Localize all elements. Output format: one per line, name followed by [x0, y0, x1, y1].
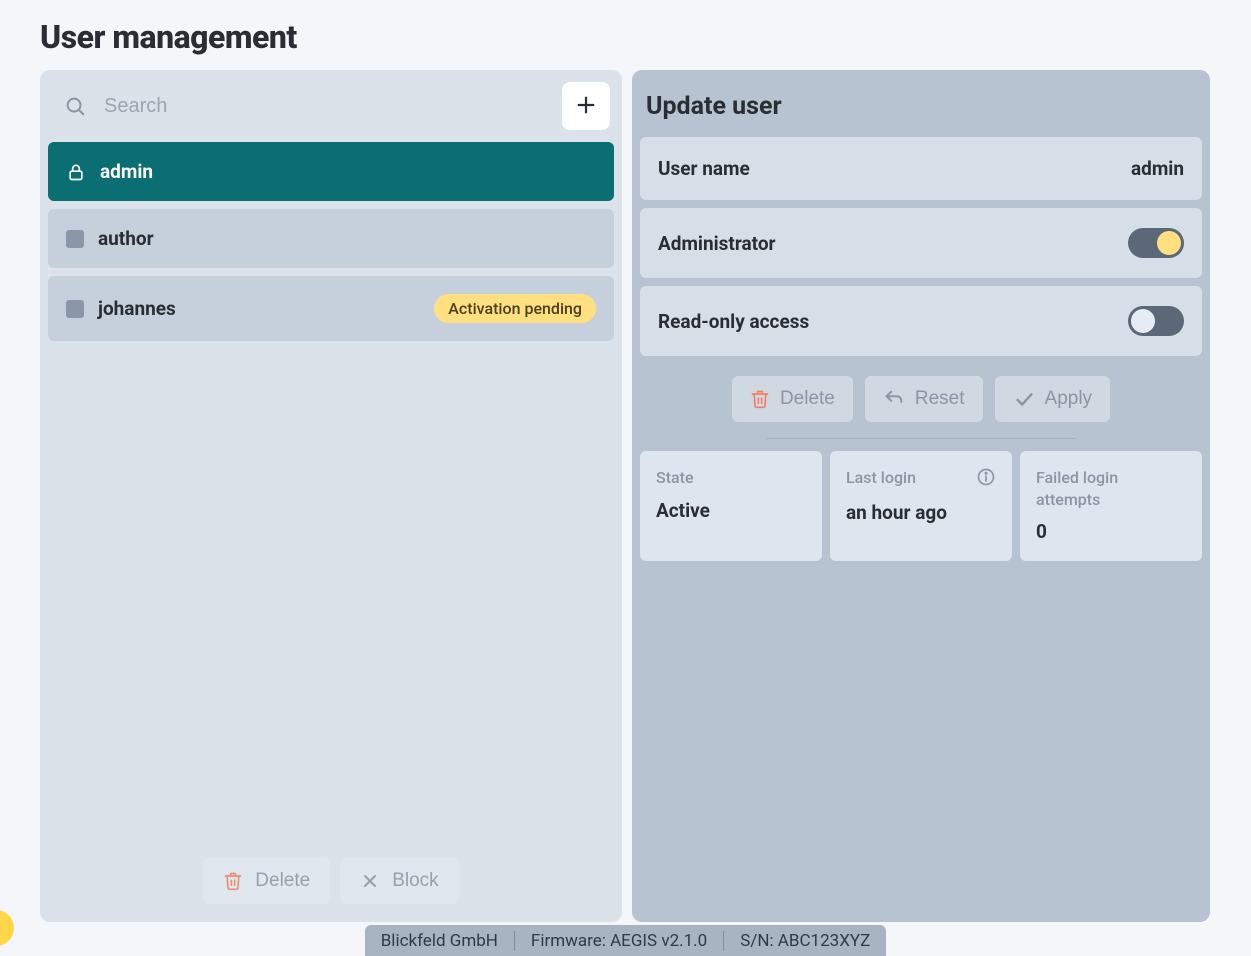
username-label: User name [658, 157, 750, 180]
failed-login-value: 0 [1036, 520, 1186, 543]
update-user-title: Update user [646, 92, 1196, 121]
state-card: State Active [640, 451, 822, 561]
close-icon [360, 871, 380, 891]
block-user-button[interactable]: Block [340, 858, 458, 904]
status-company: Blickfeld GmbH [365, 931, 515, 951]
trash-icon [750, 389, 770, 409]
last-login-label: Last login [846, 467, 916, 489]
last-login-card: Last login an hour ago [830, 451, 1012, 561]
search-box[interactable] [56, 88, 550, 125]
failed-login-label: Failed login attempts [1036, 467, 1186, 510]
administrator-row: Administrator [640, 208, 1202, 278]
user-item-author[interactable]: author [48, 209, 614, 268]
editor-reset-button[interactable]: Reset [865, 376, 983, 422]
delete-button-label: Delete [255, 870, 310, 892]
user-list-panel: admin author johannes Activation pending [40, 70, 622, 922]
editor-delete-button[interactable]: Delete [732, 376, 853, 422]
editor-actions: Delete Reset Apply [640, 364, 1202, 426]
administrator-toggle[interactable] [1128, 228, 1184, 258]
readonly-label: Read-only access [658, 310, 809, 333]
block-button-label: Block [392, 870, 438, 892]
editor-apply-label: Apply [1045, 388, 1093, 410]
plus-icon [575, 94, 597, 119]
trash-icon [223, 871, 243, 891]
readonly-row: Read-only access [640, 286, 1202, 356]
add-user-button[interactable] [562, 82, 610, 130]
user-list: admin author johannes Activation pending [48, 142, 614, 850]
user-name-label: author [98, 227, 596, 250]
username-value: admin [1131, 157, 1184, 180]
lock-icon [66, 162, 86, 182]
square-icon [66, 300, 84, 318]
status-serial: S/N: ABC123XYZ [724, 931, 886, 951]
check-icon [1013, 388, 1035, 410]
failed-login-card: Failed login attempts 0 [1020, 451, 1202, 561]
user-list-actions: Delete Block [48, 850, 614, 914]
undo-icon [883, 388, 905, 410]
divider [766, 438, 1075, 439]
editor-reset-label: Reset [915, 388, 965, 410]
update-user-panel: Update user User name admin Administrato… [632, 70, 1210, 922]
editor-apply-button[interactable]: Apply [995, 376, 1111, 422]
search-icon [64, 95, 86, 117]
search-input[interactable] [102, 94, 542, 119]
username-row: User name admin [640, 137, 1202, 200]
user-name-label: johannes [98, 297, 420, 320]
state-value: Active [656, 499, 806, 522]
user-name-label: admin [100, 160, 596, 183]
info-cards: State Active Last login an hour ago [640, 451, 1202, 561]
status-bar: Blickfeld GmbH Firmware: AEGIS v2.1.0 S/… [0, 925, 1251, 956]
editor-delete-label: Delete [780, 388, 835, 410]
delete-user-button[interactable]: Delete [203, 858, 330, 904]
administrator-label: Administrator [658, 232, 776, 255]
state-label: State [656, 467, 694, 489]
status-firmware: Firmware: AEGIS v2.1.0 [515, 931, 724, 951]
square-icon [66, 230, 84, 248]
page-title: User management [40, 18, 1211, 56]
user-item-admin[interactable]: admin [48, 142, 614, 201]
activation-pending-badge: Activation pending [434, 294, 596, 323]
info-icon[interactable] [976, 467, 996, 491]
readonly-toggle[interactable] [1128, 306, 1184, 336]
user-item-johannes[interactable]: johannes Activation pending [48, 276, 614, 341]
last-login-value: an hour ago [846, 501, 996, 524]
